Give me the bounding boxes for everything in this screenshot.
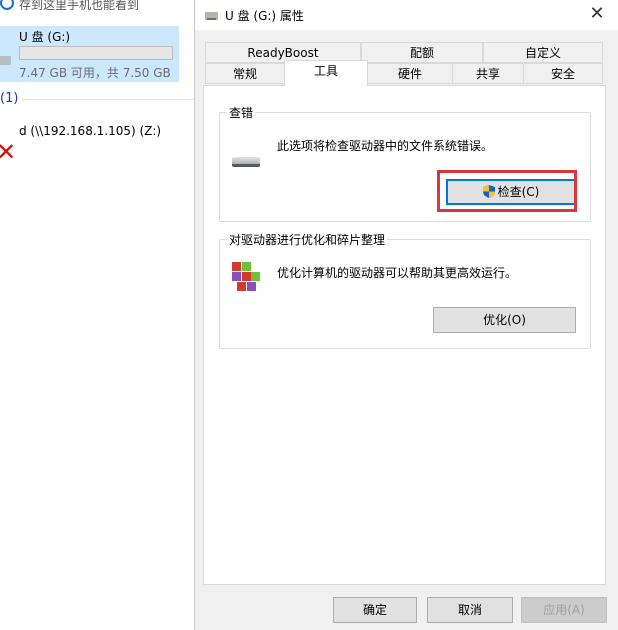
network-drive-name: d (\\192.168.1.105) (Z:) (19, 124, 162, 138)
section-divider (22, 99, 194, 100)
info-circle-icon (0, 0, 14, 10)
drive-name: U 盘 (G:) (19, 30, 71, 44)
defrag-icon (232, 262, 260, 292)
tab-sharing[interactable]: 共享 (452, 63, 524, 84)
close-button[interactable]: ✕ (587, 3, 607, 24)
tab-security[interactable]: 安全 (523, 63, 603, 84)
disconnected-x-icon: ✕ (0, 138, 17, 166)
optimize-group: 对驱动器进行优化和碎片整理 优化计算机的驱动器可以帮助其更高效运行。 优化(O) (219, 231, 591, 349)
tab-hardware[interactable]: 硬件 (367, 63, 453, 84)
error-check-group-label: 查错 (227, 104, 256, 121)
usb-drive-icon (205, 12, 218, 20)
highlight-box (437, 170, 577, 212)
properties-dialog: U 盘 (G:) 属性 ✕ ReadyBoost 配额 自定义 常规 工具 硬件… (194, 0, 618, 630)
usb-drive-icon (0, 56, 11, 65)
error-check-description: 此选项将检查驱动器中的文件系统错误。 (277, 139, 494, 153)
ok-button[interactable]: 确定 (333, 597, 417, 623)
apply-button: 应用(A) (521, 597, 607, 623)
tab-tools[interactable]: 工具 (284, 60, 368, 86)
top-hint: 存到这里手机也能看到 (0, 0, 194, 10)
top-hint-text: 存到这里手机也能看到 (19, 0, 140, 10)
dialog-titlebar[interactable]: U 盘 (G:) 属性 ✕ (195, 0, 618, 30)
drive-item-network[interactable]: ✕ d (\\192.168.1.105) (Z:) (0, 120, 190, 170)
network-section-title[interactable]: (1) (0, 91, 18, 106)
cancel-button[interactable]: 取消 (427, 597, 513, 623)
hard-drive-icon (232, 157, 260, 167)
drive-usage-bar (19, 46, 173, 60)
tab-customize[interactable]: 自定义 (483, 42, 603, 63)
tab-general[interactable]: 常规 (205, 63, 285, 84)
tab-quota[interactable]: 配额 (361, 42, 483, 63)
optimize-description: 优化计算机的驱动器可以帮助其更高效运行。 (277, 266, 518, 280)
optimize-group-label: 对驱动器进行优化和碎片整理 (227, 231, 388, 248)
drive-item-usb[interactable]: U 盘 (G:) 7.47 GB 可用，共 7.50 GB (0, 26, 179, 82)
tools-tab-panel: 查错 此选项将检查驱动器中的文件系统错误。 检查(C) 对驱动器进行优化和碎片整… (203, 85, 606, 585)
explorer-pane: 存到这里手机也能看到 U 盘 (G:) 7.47 GB 可用，共 7.50 GB… (0, 0, 194, 630)
dialog-title: U 盘 (G:) 属性 (225, 9, 304, 23)
drive-size-text: 7.47 GB 可用，共 7.50 GB (19, 66, 171, 80)
optimize-button[interactable]: 优化(O) (433, 307, 576, 333)
